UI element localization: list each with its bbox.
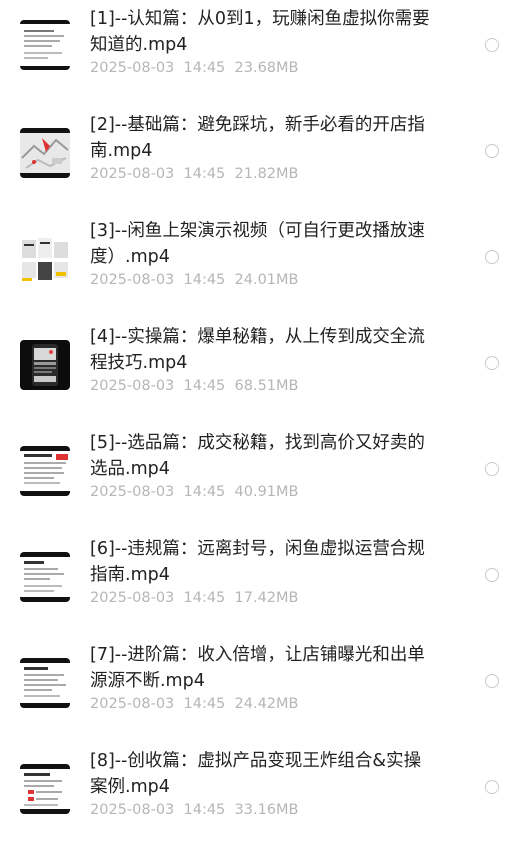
file-item[interactable]: [5]--选品篇：成交秘籍，找到高价又好卖的 选品.mp4 2025-08-03…	[0, 424, 527, 530]
file-date: 2025-08-03	[90, 378, 175, 394]
doc-thumbnail-icon	[20, 658, 70, 708]
file-size: 33.16MB	[234, 802, 299, 818]
file-size: 24.01MB	[234, 272, 299, 288]
select-radio[interactable]	[485, 144, 499, 158]
file-time: 14:45	[183, 378, 226, 394]
select-radio[interactable]	[485, 780, 499, 794]
file-size: 40.91MB	[234, 484, 299, 500]
file-size: 23.68MB	[234, 60, 299, 76]
file-item[interactable]: [7]--进阶篇：收入倍增，让店铺曝光和出单 源源不断.mp4 2025-08-…	[0, 636, 527, 742]
file-size: 17.42MB	[234, 590, 299, 606]
file-time: 14:45	[183, 696, 226, 712]
file-meta: 2025-08-03 14:45 24.01MB	[90, 272, 298, 288]
file-item[interactable]: [6]--违规篇：远离封号，闲鱼虚拟运营合规 指南.mp4 2025-08-03…	[0, 530, 527, 636]
file-size: 68.51MB	[234, 378, 299, 394]
file-size: 21.82MB	[234, 166, 299, 182]
file-name: [5]--选品篇：成交秘籍，找到高价又好卖的 选品.mp4	[90, 433, 425, 479]
select-radio[interactable]	[485, 462, 499, 476]
file-name: [6]--违规篇：远离封号，闲鱼虚拟运营合规 指南.mp4	[90, 539, 425, 585]
select-radio[interactable]	[485, 250, 499, 264]
file-date: 2025-08-03	[90, 166, 175, 182]
doc-thumbnail-icon	[20, 552, 70, 602]
file-meta: 2025-08-03 14:45 68.51MB	[90, 378, 298, 394]
file-time: 14:45	[183, 60, 226, 76]
file-date: 2025-08-03	[90, 60, 175, 76]
file-time: 14:45	[183, 272, 226, 288]
file-meta: 2025-08-03 14:45 24.42MB	[90, 696, 298, 712]
file-date: 2025-08-03	[90, 272, 175, 288]
file-time: 14:45	[183, 590, 226, 606]
file-name: [4]--实操篇：爆单秘籍，从上传到成交全流 程技巧.mp4	[90, 327, 425, 373]
file-date: 2025-08-03	[90, 802, 175, 818]
select-radio[interactable]	[485, 568, 499, 582]
file-size: 24.42MB	[234, 696, 299, 712]
file-list: [1]--认知篇：从0到1，玩赚闲鱼虚拟你需要 知道的.mp4 2025-08-…	[0, 0, 527, 836]
doc-thumbnail-icon	[20, 446, 70, 496]
file-name: [1]--认知篇：从0到1，玩赚闲鱼虚拟你需要 知道的.mp4	[90, 9, 430, 55]
screenshots-thumbnail-icon	[20, 234, 70, 284]
file-name: [3]--闲鱼上架演示视频（可自行更改播放速 度）.mp4	[90, 221, 425, 267]
phone-thumbnail-icon	[20, 340, 70, 390]
file-item[interactable]: [8]--创收篇：虚拟产品变现王炸组合&实操 案例.mp4 2025-08-03…	[0, 742, 527, 848]
file-time: 14:45	[183, 484, 226, 500]
file-name: [7]--进阶篇：收入倍增，让店铺曝光和出单 源源不断.mp4	[90, 645, 425, 691]
file-item[interactable]: [2]--基础篇：避免踩坑，新手必看的开店指 南.mp4 2025-08-03 …	[0, 106, 527, 212]
file-date: 2025-08-03	[90, 696, 175, 712]
doc-thumbnail-icon	[20, 764, 70, 814]
select-radio[interactable]	[485, 674, 499, 688]
file-date: 2025-08-03	[90, 590, 175, 606]
file-name: [2]--基础篇：避免踩坑，新手必看的开店指 南.mp4	[90, 115, 425, 161]
file-meta: 2025-08-03 14:45 21.82MB	[90, 166, 298, 182]
file-item[interactable]: [4]--实操篇：爆单秘籍，从上传到成交全流 程技巧.mp4 2025-08-0…	[0, 318, 527, 424]
file-item[interactable]: [1]--认知篇：从0到1，玩赚闲鱼虚拟你需要 知道的.mp4 2025-08-…	[0, 0, 527, 106]
file-meta: 2025-08-03 14:45 17.42MB	[90, 590, 298, 606]
file-time: 14:45	[183, 802, 226, 818]
file-time: 14:45	[183, 166, 226, 182]
file-date: 2025-08-03	[90, 484, 175, 500]
file-item[interactable]: [3]--闲鱼上架演示视频（可自行更改播放速 度）.mp4 2025-08-03…	[0, 212, 527, 318]
select-radio[interactable]	[485, 38, 499, 52]
doc-thumbnail-icon	[20, 20, 70, 70]
file-meta: 2025-08-03 14:45 40.91MB	[90, 484, 298, 500]
select-radio[interactable]	[485, 356, 499, 370]
file-meta: 2025-08-03 14:45 23.68MB	[90, 60, 298, 76]
map-thumbnail-icon	[20, 128, 70, 178]
file-name: [8]--创收篇：虚拟产品变现王炸组合&实操 案例.mp4	[90, 751, 422, 797]
file-meta: 2025-08-03 14:45 33.16MB	[90, 802, 298, 818]
